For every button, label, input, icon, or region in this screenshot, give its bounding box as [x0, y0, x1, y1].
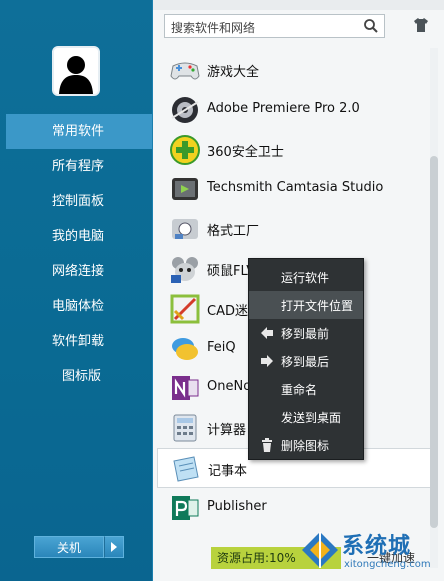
start-menu-window: 常用软件 所有程序 控制面板 我的电脑 网络连接 电脑体检 软件卸载 图标版 关…	[0, 0, 444, 581]
app-label: FeiQ	[207, 339, 236, 355]
sidebar-nav: 常用软件 所有程序 控制面板 我的电脑 网络连接 电脑体检 软件卸载 图标版	[0, 114, 152, 394]
ctx-send-to-desktop[interactable]: 发送到桌面	[249, 403, 363, 431]
top-strip	[153, 0, 444, 10]
ctx-label: 运行软件	[281, 271, 330, 285]
premiere-icon	[171, 96, 199, 123]
ctx-label: 移到最后	[281, 355, 330, 369]
ctx-run-software[interactable]: 运行软件	[249, 263, 363, 291]
context-menu: 运行软件 打开文件位置 移到最前 移到最后 重命名 发送到桌面 删除图标	[248, 258, 364, 460]
xitongcheng-logo-icon	[302, 532, 338, 568]
sidebar-item-uninstall[interactable]: 软件卸载	[0, 324, 152, 359]
app-label: Techsmith Camtasia Studio	[207, 180, 384, 196]
trash-icon	[262, 438, 272, 452]
watermark-brand: 系统城	[342, 534, 412, 559]
user-silhouette-icon	[54, 48, 98, 94]
search-box[interactable]: 搜索软件和网络	[164, 14, 385, 38]
sidebar-item-all-programs[interactable]: 所有程序	[0, 149, 152, 184]
watermark: 系统城 xitongcheng.com	[298, 526, 444, 581]
arrow-left-icon	[261, 327, 273, 339]
shutdown-button[interactable]: 关机	[34, 536, 104, 558]
skin-shirt-icon[interactable]	[412, 16, 430, 34]
list-item[interactable]: 游戏大全	[153, 50, 435, 90]
cad-viewer-icon	[170, 294, 200, 324]
camtasia-icon	[172, 178, 198, 201]
app-label: 格式工厂	[207, 224, 260, 240]
format-factory-icon	[172, 219, 198, 240]
feiq-icon	[172, 337, 198, 360]
mouse-downloader-icon	[171, 256, 198, 283]
ctx-move-to-end[interactable]: 移到最后	[249, 347, 363, 375]
onenote-icon	[172, 376, 199, 401]
ctx-label: 删除图标	[281, 439, 330, 453]
sidebar-item-my-computer[interactable]: 我的电脑	[0, 219, 152, 254]
left-pane: 常用软件 所有程序 控制面板 我的电脑 网络连接 电脑体检 软件卸载 图标版 关…	[0, 0, 152, 581]
publisher-icon	[172, 495, 199, 520]
list-item[interactable]: 360安全卫士	[153, 130, 435, 170]
sidebar-item-pc-checkup[interactable]: 电脑体检	[0, 289, 152, 324]
app-label: 360安全卫士	[207, 144, 284, 160]
ctx-delete-icon[interactable]: 删除图标	[249, 431, 363, 459]
ctx-move-to-front[interactable]: 移到最前	[249, 319, 363, 347]
ctx-label: 发送到桌面	[281, 411, 342, 425]
ctx-open-file-location[interactable]: 打开文件位置	[249, 291, 363, 319]
arrow-right-icon	[261, 355, 273, 367]
power-control: 关机	[34, 536, 124, 558]
search-icon[interactable]	[363, 18, 379, 34]
list-item[interactable]: Publisher	[153, 488, 435, 528]
ctx-label: 移到最前	[281, 327, 330, 341]
sidebar-item-icon-view[interactable]: 图标版	[0, 359, 152, 394]
sidebar-item-control-panel[interactable]: 控制面板	[0, 184, 152, 219]
calculator-icon	[173, 414, 197, 442]
notepad-icon	[173, 456, 199, 482]
scrollbar-thumb[interactable]	[430, 156, 438, 528]
shield-plus-icon	[170, 134, 200, 165]
shutdown-options-arrow[interactable]	[104, 536, 124, 558]
user-avatar[interactable]	[52, 46, 100, 96]
ctx-label: 重命名	[281, 383, 318, 397]
ctx-label: 打开文件位置	[281, 299, 354, 313]
ctx-rename[interactable]: 重命名	[249, 375, 363, 403]
app-label: Adobe Premiere Pro 2.0	[207, 100, 360, 116]
app-list-scrollbar[interactable]	[430, 48, 438, 568]
search-input[interactable]: 搜索软件和网络	[171, 19, 255, 36]
sidebar-item-network[interactable]: 网络连接	[0, 254, 152, 289]
app-label: 游戏大全	[207, 65, 260, 80]
gamepad-icon	[170, 62, 200, 80]
list-item[interactable]: Adobe Premiere Pro 2.0	[153, 90, 435, 130]
sidebar-item-common-software[interactable]: 常用软件	[6, 114, 152, 149]
app-label: 计算器	[207, 423, 247, 439]
list-item[interactable]: 格式工厂	[153, 209, 435, 249]
watermark-url: xitongcheng.com	[344, 559, 431, 570]
app-label: 记事本	[208, 463, 248, 479]
app-label: Publisher	[207, 498, 267, 514]
list-item[interactable]: Techsmith Camtasia Studio	[153, 169, 435, 209]
